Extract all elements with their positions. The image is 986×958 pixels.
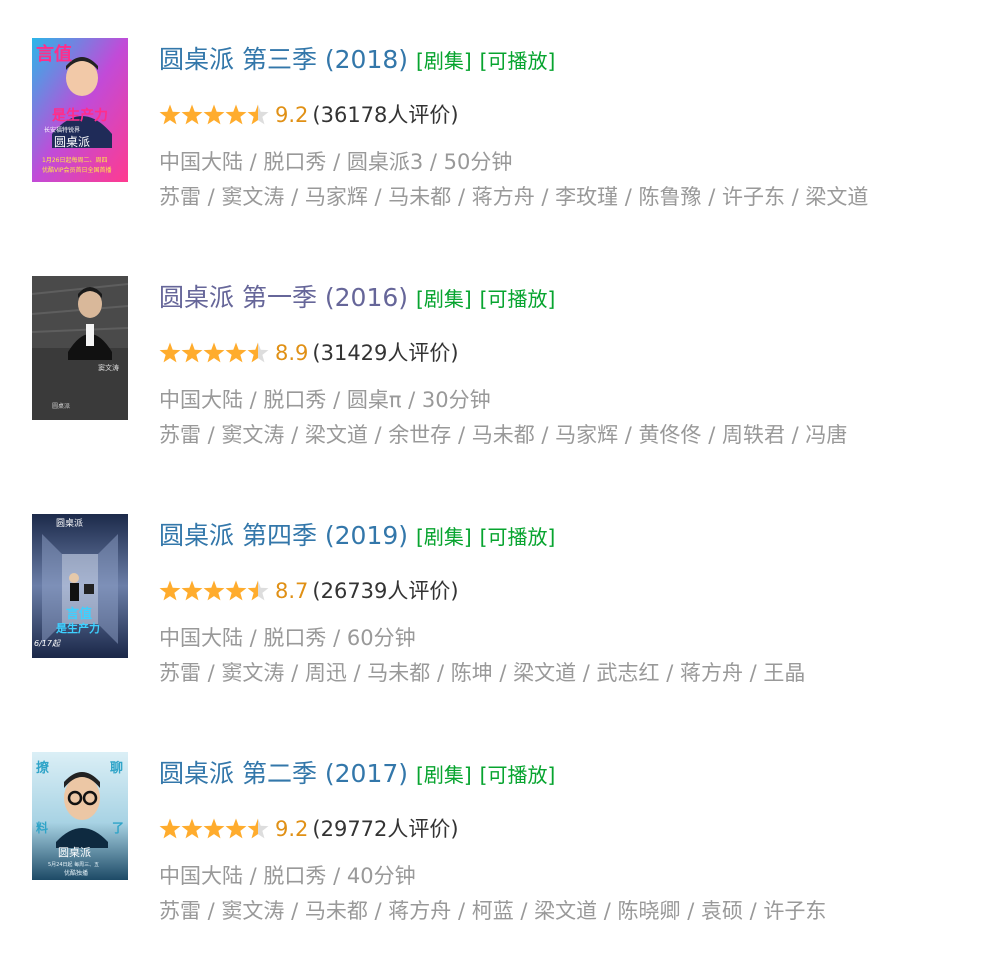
tag-playable[interactable]: [可播放] bbox=[480, 763, 556, 787]
rating-count: (36178人评价) bbox=[312, 103, 459, 127]
star-icon bbox=[225, 104, 247, 125]
title-line: 圆桌派 第二季 (2017) [剧集] [可播放] bbox=[159, 754, 555, 794]
star-icon bbox=[159, 342, 181, 363]
rating-score: 9.2 bbox=[275, 817, 309, 841]
cast-list: 苏雷 / 窦文涛 / 周迅 / 马未都 / 陈坤 / 梁文道 / 武志红 / 蒋… bbox=[159, 661, 806, 685]
star-icon bbox=[159, 580, 181, 601]
poster-link[interactable]: 言值 是生产力 圆桌派 长安福特锐界 1月26日起每周二、周四 优酷VIP会员首… bbox=[32, 38, 128, 182]
star-rating-graphic bbox=[159, 818, 269, 839]
rating-score: 9.2 bbox=[275, 103, 309, 127]
cast-list: 苏雷 / 窦文涛 / 梁文道 / 余世存 / 马未都 / 马家辉 / 黄佟佟 /… bbox=[159, 423, 848, 447]
tag-series[interactable]: [剧集] bbox=[416, 763, 472, 787]
rating-line: 9.2 (36178人评价) bbox=[159, 99, 459, 131]
meta-info: 中国大陆 / 脱口秀 / 60分钟 bbox=[159, 626, 416, 650]
star-icon bbox=[181, 818, 203, 839]
tag-playable[interactable]: [可播放] bbox=[480, 525, 556, 549]
star-icon bbox=[181, 580, 203, 601]
poster-season4-image: 圆桌派 言值 是生产力 6/17起 bbox=[32, 514, 128, 658]
rating-count: (31429人评价) bbox=[312, 341, 459, 365]
tag-playable[interactable]: [可播放] bbox=[480, 49, 556, 73]
svg-text:窦文涛: 窦文涛 bbox=[98, 363, 119, 372]
rating-line: 9.2 (29772人评价) bbox=[159, 813, 459, 845]
star-icon bbox=[181, 342, 203, 363]
svg-text:言值: 言值 bbox=[66, 606, 92, 622]
rating-line: 8.9 (31429人评价) bbox=[159, 337, 459, 369]
poster-link[interactable]: 圆桌派 言值 是生产力 6/17起 bbox=[32, 514, 128, 658]
star-icon bbox=[203, 580, 225, 601]
title-line: 圆桌派 第一季 (2016) [剧集] [可播放] bbox=[159, 278, 555, 318]
star-icon bbox=[203, 342, 225, 363]
svg-text:圆桌派: 圆桌派 bbox=[56, 517, 83, 529]
star-icon bbox=[247, 342, 269, 363]
title-link[interactable]: 圆桌派 第三季 (2018) bbox=[159, 45, 408, 74]
title-link[interactable]: 圆桌派 第一季 (2016) bbox=[159, 283, 408, 312]
rating-stars bbox=[159, 341, 269, 365]
rating-stars bbox=[159, 579, 269, 603]
title-link[interactable]: 圆桌派 第二季 (2017) bbox=[159, 759, 408, 788]
meta-info: 中国大陆 / 脱口秀 / 圆桌π / 30分钟 bbox=[159, 388, 491, 412]
title-link[interactable]: 圆桌派 第四季 (2019) bbox=[159, 521, 408, 550]
meta-info: 中国大陆 / 脱口秀 / 圆桌派3 / 50分钟 bbox=[159, 150, 513, 174]
rating-score: 8.9 bbox=[275, 341, 309, 365]
rating-line: 8.7 (26739人评价) bbox=[159, 575, 459, 607]
tag-series[interactable]: [剧集] bbox=[416, 49, 472, 73]
poster-season2-image: 撩 聊 料 了 圆桌派 5月24日起 每周三、五 优酷独播 bbox=[32, 752, 128, 880]
star-icon bbox=[225, 580, 247, 601]
star-icon bbox=[225, 818, 247, 839]
star-icon bbox=[247, 104, 269, 125]
tag-series[interactable]: [剧集] bbox=[416, 525, 472, 549]
svg-text:了: 了 bbox=[112, 821, 124, 835]
svg-text:圆桌派: 圆桌派 bbox=[52, 402, 70, 410]
rating-stars bbox=[159, 103, 269, 127]
rating-stars bbox=[159, 817, 269, 841]
star-icon bbox=[203, 104, 225, 125]
svg-text:撩: 撩 bbox=[36, 760, 50, 776]
svg-text:是生产力: 是生产力 bbox=[52, 107, 108, 124]
rating-count: (29772人评价) bbox=[312, 817, 459, 841]
tag-series[interactable]: [剧集] bbox=[416, 287, 472, 311]
star-icon bbox=[247, 580, 269, 601]
svg-text:5月24日起 每周三、五: 5月24日起 每周三、五 bbox=[48, 861, 99, 868]
cast-list: 苏雷 / 窦文涛 / 马未都 / 蒋方舟 / 柯蓝 / 梁文道 / 陈晓卿 / … bbox=[159, 899, 827, 923]
svg-text:圆桌派: 圆桌派 bbox=[58, 846, 91, 859]
svg-text:优酷VIP会员首日全国首播: 优酷VIP会员首日全国首播 bbox=[42, 166, 112, 174]
svg-text:6/17起: 6/17起 bbox=[34, 639, 61, 648]
star-icon bbox=[159, 818, 181, 839]
svg-text:长安福特锐界: 长安福特锐界 bbox=[44, 126, 80, 134]
poster-season1-image: 窦文涛 圆桌派 bbox=[32, 276, 128, 420]
star-rating-graphic bbox=[159, 104, 269, 125]
star-icon bbox=[203, 818, 225, 839]
star-rating-graphic bbox=[159, 580, 269, 601]
svg-text:优酷独播: 优酷独播 bbox=[64, 869, 88, 877]
result-item: 圆桌派 言值 是生产力 6/17起 圆桌派 第四季 (2019) [剧集] [可播放… bbox=[0, 514, 986, 714]
title-line: 圆桌派 第四季 (2019) [剧集] [可播放] bbox=[159, 516, 555, 556]
title-line: 圆桌派 第三季 (2018) [剧集] [可播放] bbox=[159, 40, 555, 80]
poster-link[interactable]: 窦文涛 圆桌派 bbox=[32, 276, 128, 420]
svg-text:是生产力: 是生产力 bbox=[55, 621, 100, 635]
result-item: 撩 聊 料 了 圆桌派 5月24日起 每周三、五 优酷独播 圆桌派 第二季 (2… bbox=[0, 752, 986, 952]
svg-text:圆桌派: 圆桌派 bbox=[54, 135, 90, 149]
svg-text:料: 料 bbox=[36, 820, 48, 835]
result-item: 窦文涛 圆桌派 圆桌派 第一季 (2016) [剧集] [可播放] 8.9 (314… bbox=[0, 276, 986, 476]
poster-season3-image: 言值 是生产力 圆桌派 长安福特锐界 1月26日起每周二、周四 优酷VIP会员首… bbox=[32, 38, 128, 182]
rating-count: (26739人评价) bbox=[312, 579, 459, 603]
star-icon bbox=[225, 342, 247, 363]
star-icon bbox=[181, 104, 203, 125]
svg-text:聊: 聊 bbox=[110, 760, 123, 776]
result-item: 言值 是生产力 圆桌派 长安福特锐界 1月26日起每周二、周四 优酷VIP会员首… bbox=[0, 38, 986, 238]
star-icon bbox=[247, 818, 269, 839]
rating-score: 8.7 bbox=[275, 579, 309, 603]
star-icon bbox=[159, 104, 181, 125]
poster-link[interactable]: 撩 聊 料 了 圆桌派 5月24日起 每周三、五 优酷独播 bbox=[32, 752, 128, 880]
star-rating-graphic bbox=[159, 342, 269, 363]
svg-text:1月26日起每周二、周四: 1月26日起每周二、周四 bbox=[42, 156, 107, 164]
cast-list: 苏雷 / 窦文涛 / 马家辉 / 马未都 / 蒋方舟 / 李玫瑾 / 陈鲁豫 /… bbox=[159, 185, 869, 209]
tag-playable[interactable]: [可播放] bbox=[480, 287, 556, 311]
meta-info: 中国大陆 / 脱口秀 / 40分钟 bbox=[159, 864, 416, 888]
svg-text:言值: 言值 bbox=[36, 43, 72, 65]
